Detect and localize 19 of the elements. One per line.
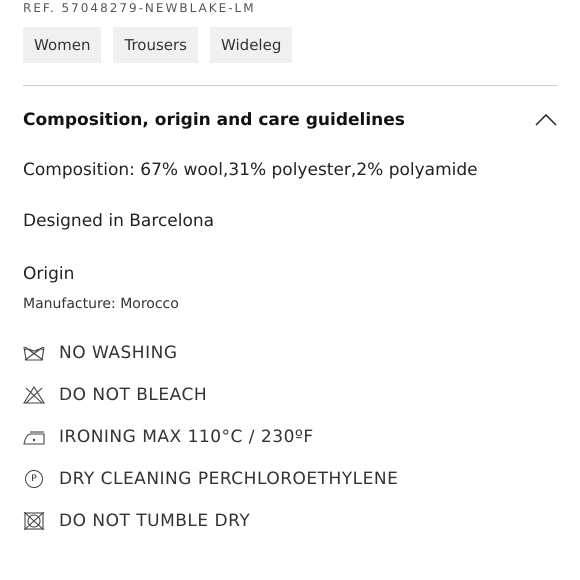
category-tag[interactable]: Wideleg: [210, 27, 292, 63]
dry-clean-icon: P: [25, 470, 43, 488]
care-instruction: DO NOT BLEACH: [59, 385, 208, 405]
composition-text: Composition: 67% wool,31% polyester,2% polyamide: [23, 159, 479, 181]
no-washing-icon: [23, 345, 45, 361]
category-tag[interactable]: Trousers: [113, 27, 198, 63]
care-instruction: DRY CLEANING PERCHLOROETHYLENE: [59, 469, 398, 489]
no-bleach-icon: [23, 386, 45, 404]
care-instruction: NO WASHING: [59, 343, 178, 363]
section-header[interactable]: Composition, origin and care guidelines: [23, 110, 557, 130]
care-instruction: IRONING MAX 110°C / 230ºF: [59, 427, 314, 447]
reference-code: REF. 57048279-NEWBLAKE-LM: [23, 1, 257, 15]
origin-label: Origin: [23, 263, 76, 285]
iron-icon: [23, 429, 45, 445]
designed-text: Designed in Barcelona: [23, 210, 216, 232]
category-tag[interactable]: Women: [23, 27, 102, 63]
care-instruction: DO NOT TUMBLE DRY: [59, 511, 250, 531]
manufacture-text: Manufacture: Morocco: [23, 296, 180, 312]
no-tumble-dry-icon: [23, 512, 45, 530]
